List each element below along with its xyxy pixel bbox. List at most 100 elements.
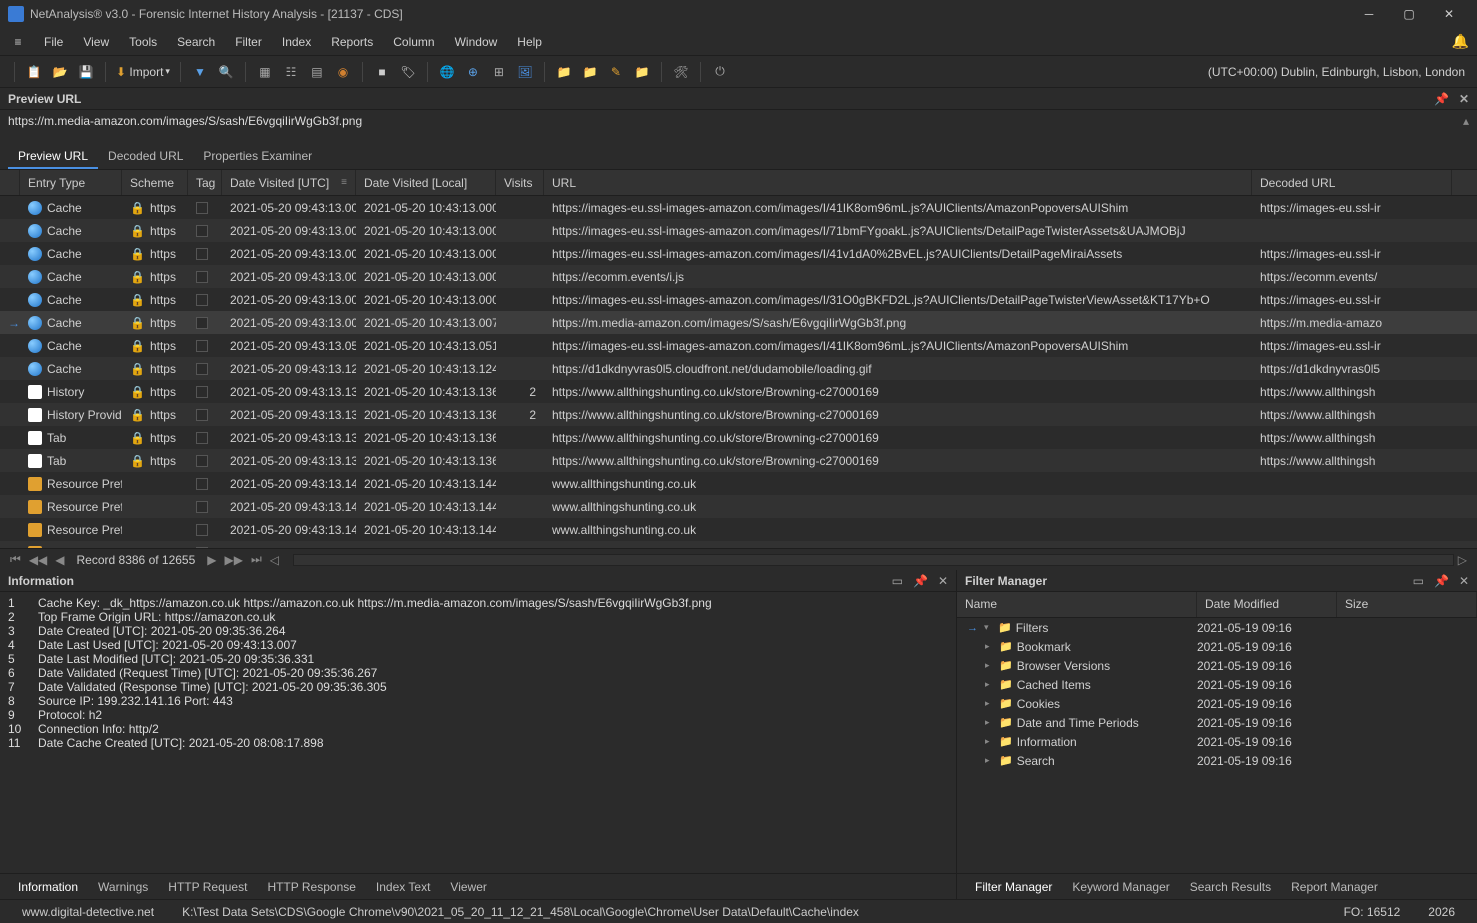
close-panel-icon[interactable]: ✕ [1459, 92, 1469, 106]
tag-icon[interactable]: 🏷 [397, 61, 419, 83]
info-tab-1[interactable]: Warnings [88, 876, 158, 898]
filter-row[interactable]: ▸📁Bookmark2021-05-19 09:16 [957, 637, 1477, 656]
folder2-icon[interactable]: 📁 [579, 61, 601, 83]
table-row[interactable]: Cache🔒https2021-05-20 09:43:13.0002021-0… [0, 219, 1477, 242]
power-icon[interactable]: ⏻ [709, 61, 731, 83]
maximize-button[interactable]: ▢ [1389, 0, 1429, 28]
table-row[interactable]: Tab🔒https2021-05-20 09:43:13.1362021-05-… [0, 426, 1477, 449]
edit-icon[interactable]: ✎ [605, 61, 627, 83]
grid-icon[interactable]: ▦ [254, 61, 276, 83]
menu-file[interactable]: File [34, 35, 73, 49]
window-icon[interactable]: ⊞ [488, 61, 510, 83]
timezone-label[interactable]: (UTC+00:00) Dublin, Edinburgh, Lisbon, L… [1208, 65, 1469, 79]
col-visits[interactable]: Visits [496, 170, 544, 195]
save-icon[interactable]: 💾 [75, 61, 97, 83]
close-filter-icon[interactable]: ✕ [1459, 574, 1469, 588]
preview-tab-2[interactable]: Properties Examiner [193, 145, 322, 169]
pin-icon[interactable]: 📌 [1434, 92, 1449, 106]
table-row[interactable]: Cache🔒https2021-05-20 09:43:13.0002021-0… [0, 288, 1477, 311]
layout-icon[interactable]: ▤ [306, 61, 328, 83]
preview-tab-1[interactable]: Decoded URL [98, 145, 193, 169]
tools-icon[interactable]: 🛠 [670, 61, 692, 83]
filter-row[interactable]: ▸📁Cached Items2021-05-19 09:16 [957, 675, 1477, 694]
filter-tab-1[interactable]: Keyword Manager [1062, 876, 1179, 898]
folder3-icon[interactable]: 📁 [631, 61, 653, 83]
hamburger-icon[interactable]: ≡ [8, 35, 28, 49]
table-row[interactable]: Resource Pref…2021-05-20 09:43:13.144202… [0, 495, 1477, 518]
nav-nextpage-icon[interactable]: ▶▶ [221, 553, 247, 567]
horizontal-scrollbar[interactable] [293, 554, 1454, 566]
folder1-icon[interactable]: 📁 [553, 61, 575, 83]
info-tab-2[interactable]: HTTP Request [158, 876, 257, 898]
filter-row[interactable]: ▸📁Cookies2021-05-19 09:16 [957, 694, 1477, 713]
menu-search[interactable]: Search [167, 35, 225, 49]
scroll-up-icon[interactable]: ▴ [1463, 114, 1469, 128]
filter-row[interactable]: ▸📁Browser Versions2021-05-19 09:16 [957, 656, 1477, 675]
filter-tab-2[interactable]: Search Results [1180, 876, 1281, 898]
table-row[interactable]: Cache🔒https2021-05-20 09:43:13.0002021-0… [0, 242, 1477, 265]
pin-filter-icon[interactable]: 📌 [1434, 574, 1449, 588]
filter-col-size[interactable]: Size [1337, 592, 1477, 617]
col-url[interactable]: URL [544, 170, 1252, 195]
restore-panel-icon[interactable]: ▭ [892, 574, 903, 588]
new-from-template-icon[interactable]: 📋 [23, 61, 45, 83]
filter-tree[interactable]: →▾📁Filters2021-05-19 09:16▸📁Bookmark2021… [957, 618, 1477, 873]
menu-tools[interactable]: Tools [119, 35, 167, 49]
nav-prevpage-icon[interactable]: ◀◀ [25, 553, 51, 567]
nav-prev-icon[interactable]: ◀ [51, 553, 68, 567]
grid-body[interactable]: Cache🔒https2021-05-20 09:43:13.0002021-0… [0, 196, 1477, 548]
table-row[interactable]: Resource Pref…2021-05-20 09:43:13.144202… [0, 518, 1477, 541]
cookie-icon[interactable]: ◉ [332, 61, 354, 83]
globe-icon[interactable]: 🌐 [436, 61, 458, 83]
nav-last-icon[interactable]: ⏭ [247, 552, 266, 567]
info-tab-0[interactable]: Information [8, 876, 88, 898]
filter-tab-3[interactable]: Report Manager [1281, 876, 1388, 898]
table-row[interactable]: Resource Pref…2021-05-20 09:43:13.144202… [0, 472, 1477, 495]
filter-row[interactable]: ▸📁Date and Time Periods2021-05-19 09:16 [957, 713, 1477, 732]
filter-col-name[interactable]: Name [957, 592, 1197, 617]
close-info-icon[interactable]: ✕ [938, 574, 948, 588]
nav-next-icon[interactable]: ▶ [203, 553, 220, 567]
table-row[interactable]: Cache🔒https2021-05-20 09:43:13.0002021-0… [0, 196, 1477, 219]
world-icon[interactable]: ⊕ [462, 61, 484, 83]
filter-col-date[interactable]: Date Modified [1197, 592, 1337, 617]
import-button[interactable]: ⬇ Import▾ [116, 65, 170, 79]
table-row[interactable]: Cache🔒https2021-05-20 09:43:13.0512021-0… [0, 334, 1477, 357]
table-row[interactable]: Cache🔒https2021-05-20 09:43:13.0002021-0… [0, 265, 1477, 288]
nav-right-icon[interactable]: ▷ [1454, 553, 1471, 567]
info-tab-4[interactable]: Index Text [366, 876, 440, 898]
col-decoded-url[interactable]: Decoded URL [1252, 170, 1452, 195]
col-date-visited-local[interactable]: Date Visited [Local] [356, 170, 496, 195]
close-button[interactable]: ✕ [1429, 0, 1469, 28]
menu-filter[interactable]: Filter [225, 35, 272, 49]
table-row[interactable]: History🔒https2021-05-20 09:43:13.1362021… [0, 380, 1477, 403]
menu-window[interactable]: Window [445, 35, 508, 49]
preview-tab-0[interactable]: Preview URL [8, 145, 98, 169]
info-tab-3[interactable]: HTTP Response [257, 876, 365, 898]
columns-icon[interactable]: ☷ [280, 61, 302, 83]
notifications-icon[interactable]: 🔔 [1452, 33, 1469, 50]
minimize-button[interactable]: ─ [1349, 0, 1389, 28]
menu-reports[interactable]: Reports [321, 35, 383, 49]
menu-view[interactable]: View [73, 35, 119, 49]
col-date-visited-utc[interactable]: Date Visited [UTC]≡ [222, 170, 356, 195]
table-row[interactable]: Tab🔒https2021-05-20 09:43:13.1362021-05-… [0, 449, 1477, 472]
menu-column[interactable]: Column [383, 35, 444, 49]
bookmark-icon[interactable]: ■ [371, 61, 393, 83]
information-text[interactable]: 1Cache Key: _dk_https://amazon.co.uk htt… [0, 592, 956, 873]
info-tab-5[interactable]: Viewer [440, 876, 496, 898]
filter-row[interactable]: →▾📁Filters2021-05-19 09:16 [957, 618, 1477, 637]
nav-left-icon[interactable]: ◁ [266, 553, 283, 567]
restore-filter-icon[interactable]: ▭ [1413, 574, 1424, 588]
table-row[interactable]: History Provider🔒https2021-05-20 09:43:1… [0, 403, 1477, 426]
search-icon[interactable]: 🔍 [215, 61, 237, 83]
filter-tab-0[interactable]: Filter Manager [965, 876, 1062, 898]
menu-index[interactable]: Index [272, 35, 321, 49]
filter-row[interactable]: ▸📁Search2021-05-19 09:16 [957, 751, 1477, 770]
table-row[interactable]: Cache🔒https2021-05-20 09:43:13.1242021-0… [0, 357, 1477, 380]
open-icon[interactable]: 📂 [49, 61, 71, 83]
pin-panel-icon[interactable]: 📌 [913, 574, 928, 588]
table-row[interactable]: →Cache🔒https2021-05-20 09:43:13.0072021-… [0, 311, 1477, 334]
picture-icon[interactable]: 🖼 [514, 61, 536, 83]
col-scheme[interactable]: Scheme [122, 170, 188, 195]
